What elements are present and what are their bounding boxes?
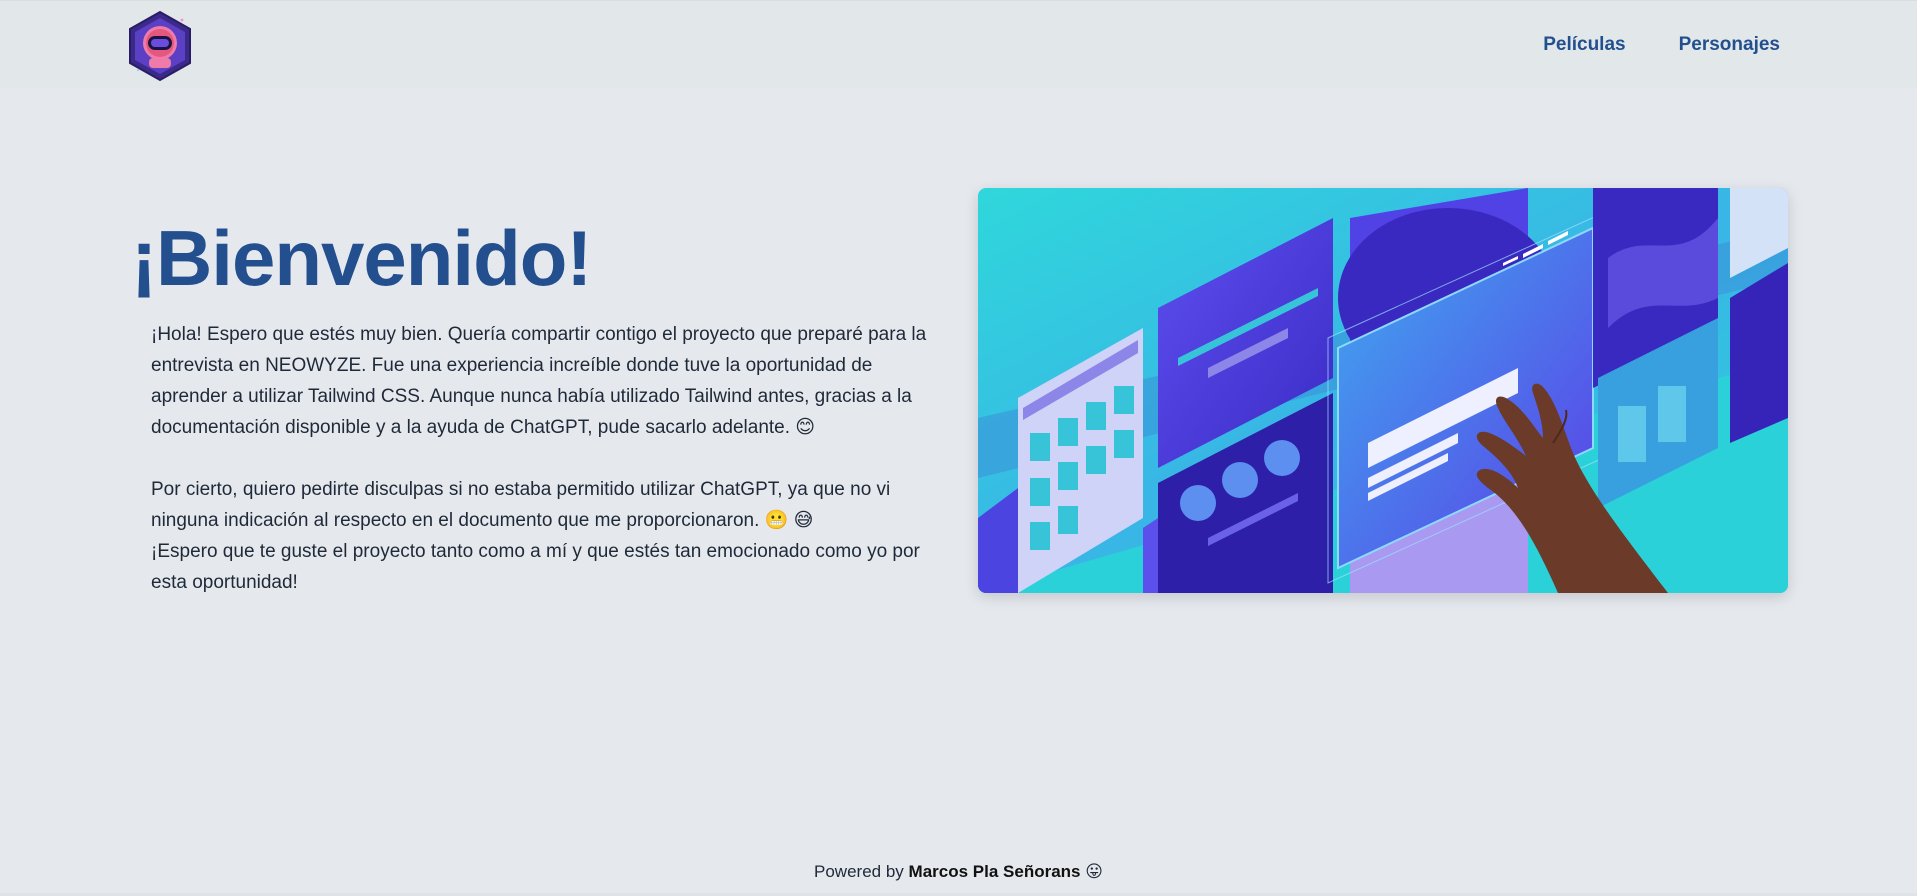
page-title: ¡Bienvenido! <box>131 214 592 302</box>
navbar: Películas Personajes <box>0 0 1917 88</box>
astronaut-logo-icon[interactable] <box>124 10 196 82</box>
intro-paragraph: ¡Hola! Espero que estés muy bien. Quería… <box>151 324 927 438</box>
nav-link-peliculas[interactable]: Películas <box>1543 34 1625 56</box>
apology-paragraph: Por cierto, quiero pedirte disculpas si … <box>151 479 891 531</box>
footer-emoji: 😛 <box>1085 862 1103 881</box>
nav-link-personajes[interactable]: Personajes <box>1679 34 1780 56</box>
closing-paragraph: ¡Espero que te guste el proyecto tanto c… <box>151 541 920 593</box>
hero-text: ¡Hola! Espero que estés muy bien. Quería… <box>151 319 941 598</box>
nav-links: Películas Personajes <box>1543 34 1780 56</box>
ui-design-illustration <box>978 188 1788 593</box>
footer-prefix: Powered by <box>814 862 904 881</box>
hero-illustration <box>978 188 1788 593</box>
footer-author: Marcos Pla Señorans <box>908 862 1081 881</box>
footer: Powered by Marcos Pla Señorans 😛 <box>0 862 1917 882</box>
